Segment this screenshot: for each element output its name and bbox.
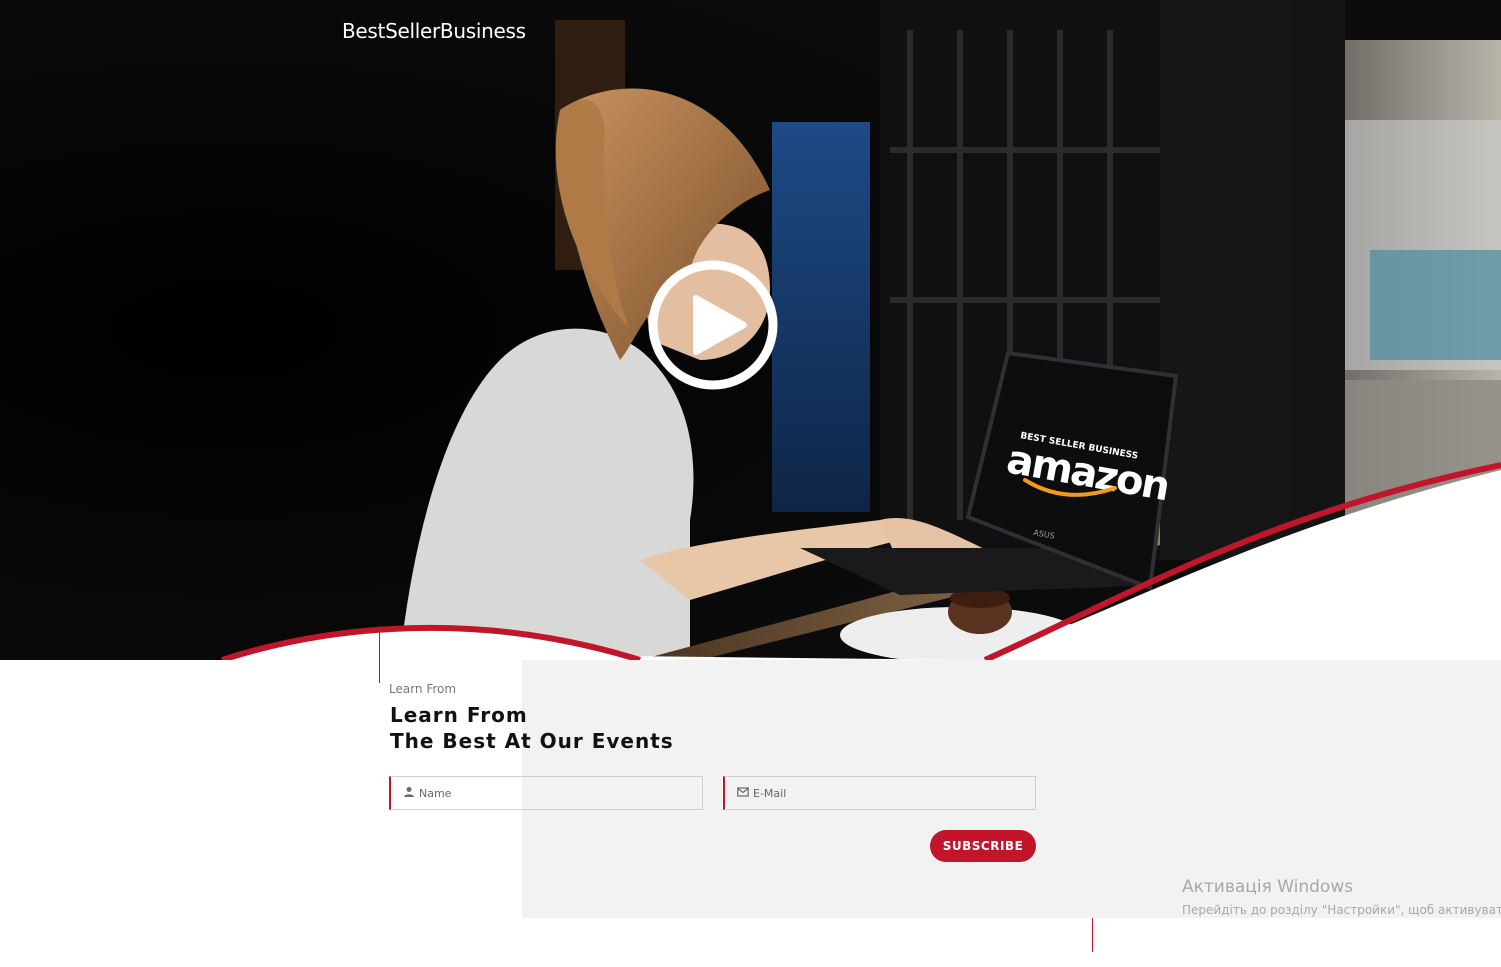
section-subtitle: Learn From [389,682,457,696]
section-heading-line-2: The Best At Our Events [390,729,674,753]
email-input[interactable] [753,777,1023,809]
section-heading-line-1: Learn From [390,703,528,727]
section-heading: Learn From The Best At Our Events [390,702,674,754]
user-icon [404,787,414,797]
accent-divider-bottom [1092,918,1093,952]
brand-logo[interactable]: BestSellerBusiness [342,17,526,45]
mail-icon [737,787,749,797]
email-field[interactable] [723,776,1036,810]
windows-activation-subtitle: Перейдіть до розділу "Настройки", щоб ак… [1182,903,1501,917]
subscribe-button[interactable]: SUBSCRIBE [930,830,1036,862]
accent-divider-top [379,626,380,683]
play-icon [648,260,778,390]
name-field[interactable] [389,776,703,810]
play-video-button[interactable] [646,258,780,392]
name-input[interactable] [419,777,689,809]
landing-page: BEST SELLER BUSINESS amazon ASUS BestSel… [0,0,1501,967]
hero-section: BEST SELLER BUSINESS amazon ASUS BestSel… [0,0,1501,660]
windows-activation-title: Активація Windows [1182,877,1354,897]
